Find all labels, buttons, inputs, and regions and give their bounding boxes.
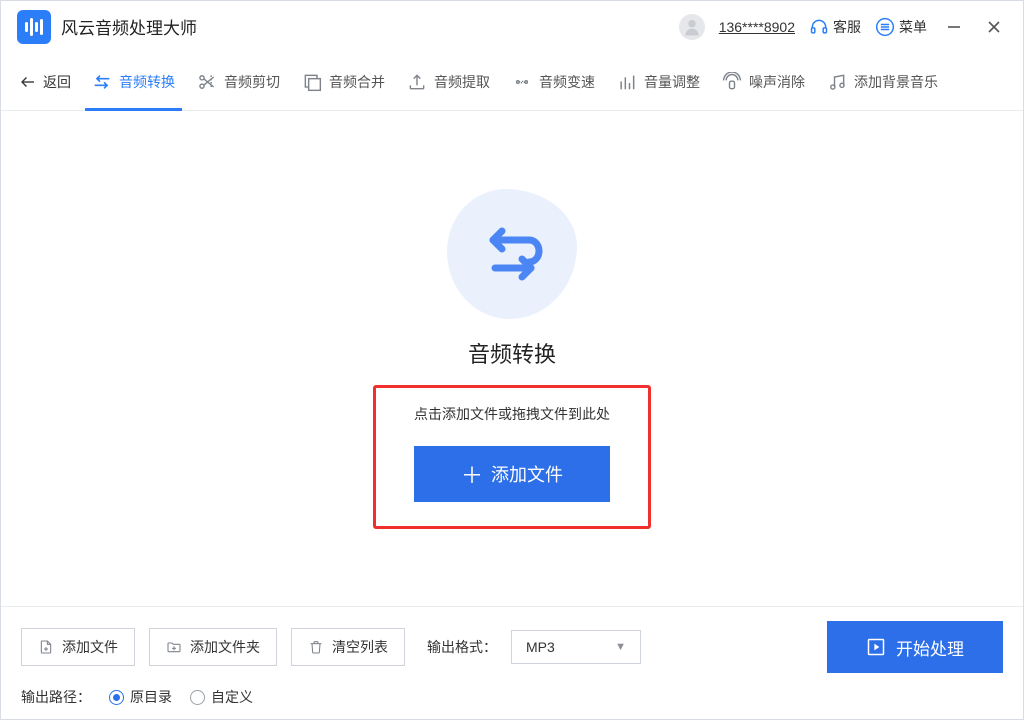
add-folder-button[interactable]: 添加文件夹 (149, 628, 277, 666)
minimize-button[interactable] (941, 14, 967, 40)
play-box-icon (866, 637, 886, 657)
radio-unchecked-icon (190, 690, 205, 705)
tab-volume-adjust[interactable]: 音量调整 (616, 53, 701, 110)
equalizer-icon (617, 72, 637, 92)
hero-convert-icon (447, 189, 577, 319)
main-area: 音频转换 点击添加文件或拖拽文件到此处 ＋ 添加文件 (1, 111, 1023, 606)
headset-icon (809, 17, 829, 37)
drop-hint: 点击添加文件或拖拽文件到此处 (414, 404, 610, 424)
add-file-button[interactable]: 添加文件 (21, 628, 135, 666)
hero-title: 音频转换 (468, 337, 556, 369)
bottom-bar: 添加文件 添加文件夹 清空列表 输出格式： MP3 ▼ 开始处理 输出路径： (1, 606, 1023, 719)
merge-icon (302, 72, 322, 92)
arrow-left-icon (19, 73, 37, 91)
music-icon (827, 72, 847, 92)
file-add-icon (38, 638, 54, 656)
speed-icon (512, 72, 532, 92)
user-avatar-icon[interactable] (679, 14, 705, 40)
tab-noise-remove[interactable]: 噪声消除 (721, 53, 806, 110)
tab-bgm[interactable]: 添加背景音乐 (826, 53, 939, 110)
back-button[interactable]: 返回 (19, 72, 71, 92)
convert-icon (92, 72, 112, 92)
user-phone-link[interactable]: 136****8902 (719, 19, 795, 35)
output-format-select[interactable]: MP3 ▼ (511, 630, 641, 664)
tab-audio-cut[interactable]: 音频剪切 (196, 53, 281, 110)
plus-icon: ＋ (461, 458, 483, 490)
radio-custom-dir[interactable]: 自定义 (190, 687, 253, 707)
output-format-label: 输出格式： (427, 637, 497, 657)
chevron-down-icon: ▼ (615, 641, 626, 653)
app-logo-icon (17, 10, 51, 44)
dropzone[interactable]: 点击添加文件或拖拽文件到此处 ＋ 添加文件 (373, 385, 651, 529)
start-process-button[interactable]: 开始处理 (827, 621, 1003, 673)
close-button[interactable] (981, 14, 1007, 40)
clear-list-button[interactable]: 清空列表 (291, 628, 405, 666)
tab-audio-merge[interactable]: 音频合并 (301, 53, 386, 110)
output-path-label: 输出路径： (21, 687, 91, 707)
toolbar: 返回 音频转换 音频剪切 音频合并 音频提取 音频变速 音量调整 噪声消除 (1, 53, 1023, 111)
titlebar: 风云音频处理大师 136****8902 客服 菜单 (1, 1, 1023, 53)
trash-icon (308, 638, 324, 656)
app-title: 风云音频处理大师 (61, 14, 197, 39)
support-button[interactable]: 客服 (809, 17, 861, 37)
tab-audio-speed[interactable]: 音频变速 (511, 53, 596, 110)
menu-lines-icon (875, 17, 895, 37)
tab-audio-convert[interactable]: 音频转换 (91, 53, 176, 110)
add-file-primary-button[interactable]: ＋ 添加文件 (414, 446, 610, 502)
scissors-icon (197, 72, 217, 92)
menu-button[interactable]: 菜单 (875, 17, 927, 37)
tab-audio-extract[interactable]: 音频提取 (406, 53, 491, 110)
app-window: 风云音频处理大师 136****8902 客服 菜单 (0, 0, 1024, 720)
noise-icon (722, 72, 742, 92)
radio-checked-icon (109, 690, 124, 705)
folder-add-icon (166, 638, 182, 656)
extract-icon (407, 72, 427, 92)
radio-original-dir[interactable]: 原目录 (109, 687, 172, 707)
